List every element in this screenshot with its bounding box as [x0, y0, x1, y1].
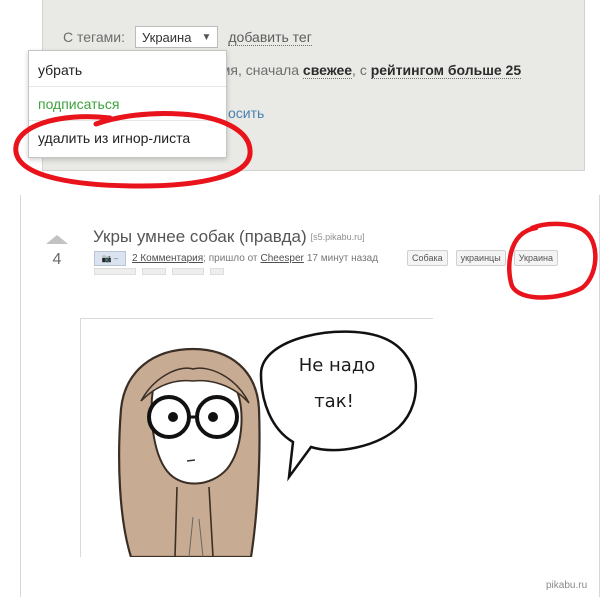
menu-item-subscribe[interactable]: подписаться: [29, 87, 226, 121]
comic-image: Не надо так!: [80, 318, 433, 559]
post-rating: 4: [52, 251, 62, 268]
eye-right: [208, 412, 218, 422]
sort-rating-link[interactable]: рейтингом больше 25: [370, 62, 522, 79]
tags-label: С тегами:: [63, 29, 125, 45]
bubble-text-line2: так!: [314, 391, 354, 412]
tag-dog[interactable]: Собака: [407, 250, 448, 266]
post-time: 17 минут назад: [306, 253, 379, 264]
menu-item-remove[interactable]: убрать: [29, 53, 226, 87]
add-tag-link[interactable]: добавить тег: [228, 29, 312, 46]
menu-item-remove-ignore[interactable]: удалить из игнор-листа: [29, 121, 226, 155]
mouth: [186, 459, 196, 462]
tag-ukraine[interactable]: Украина: [513, 250, 558, 266]
bubble-text-line1: Не надо: [298, 355, 376, 376]
camera-icon: 📷 –: [94, 251, 126, 266]
post-title-text[interactable]: Укры умнее собак (правда): [93, 227, 307, 246]
meta-faded-row: [94, 268, 244, 275]
tag-select[interactable]: Украина ▼: [134, 26, 219, 48]
post-meta: 📷 – 2 Комментария ; пришло от Cheesper 1…: [94, 251, 378, 266]
sort-separator: , с: [352, 62, 367, 78]
eye-left: [168, 412, 178, 422]
watermark: pikabu.ru: [546, 580, 588, 591]
sort-row: емя, сначала свежее, с рейтингом больше …: [213, 62, 522, 79]
post-tags: Собака украинцы Украина: [407, 250, 558, 266]
post-title[interactable]: Укры умнее собак (правда) [s5.pikabu.ru]: [93, 227, 365, 247]
sort-fresh-link[interactable]: свежее: [302, 62, 353, 79]
selected-tag: Украина: [141, 29, 192, 45]
chevron-down-icon: ▼: [201, 31, 212, 43]
tag-filter-row: С тегами: Украина ▼ добавить тег: [63, 26, 312, 48]
upvote-arrow-icon[interactable]: [46, 235, 68, 244]
tag-ukrainians[interactable]: украинцы: [455, 250, 506, 266]
partial-link[interactable]: осить: [228, 105, 264, 121]
tag-dropdown-menu: убрать подписаться удалить из игнор-лист…: [28, 50, 227, 158]
post-source: [s5.pikabu.ru]: [310, 232, 365, 242]
author-link[interactable]: Cheesper: [261, 253, 304, 264]
comments-link[interactable]: 2 Комментария: [132, 253, 203, 264]
meta-text: ; пришло от: [203, 253, 258, 264]
